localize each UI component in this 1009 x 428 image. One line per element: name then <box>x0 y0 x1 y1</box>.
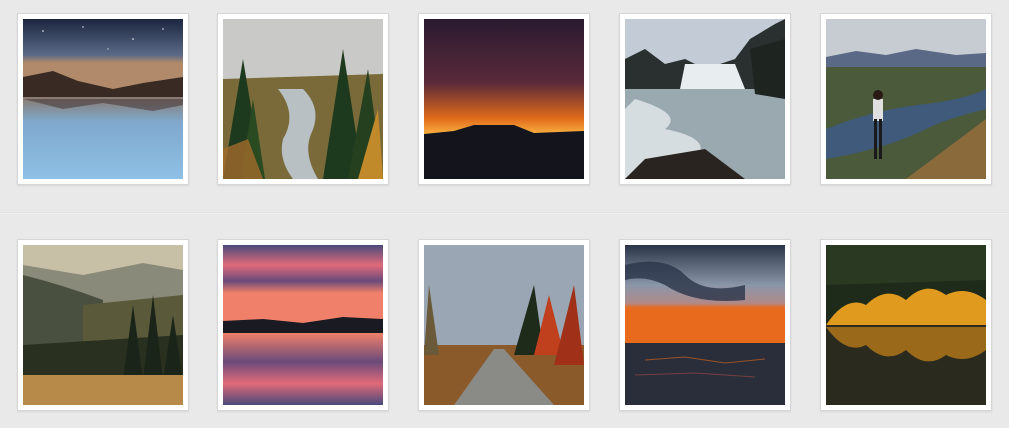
photo-hiker-valley <box>826 19 986 179</box>
photo-misty-hills <box>23 245 183 405</box>
photo-tile[interactable] <box>820 239 992 411</box>
photo-starry-lake <box>23 19 183 179</box>
photo-tile[interactable] <box>619 13 791 185</box>
photo-tile[interactable] <box>17 13 189 185</box>
photo-pink-sunset-lake <box>223 245 383 405</box>
photo-autumn-road <box>424 245 584 405</box>
photo-tile[interactable] <box>217 239 389 411</box>
photo-forest-river <box>223 19 383 179</box>
photo-orange-sunset <box>424 19 584 179</box>
gallery-row-2 <box>0 214 1009 428</box>
photo-tile[interactable] <box>418 239 590 411</box>
photo-stormy-sea <box>625 245 785 405</box>
photo-tile[interactable] <box>619 239 791 411</box>
photo-tile[interactable] <box>418 13 590 185</box>
photo-tile[interactable] <box>217 13 389 185</box>
photo-waterfall <box>625 19 785 179</box>
photo-tile[interactable] <box>17 239 189 411</box>
gallery-row-1 <box>0 0 1009 212</box>
photo-golden-forest <box>826 245 986 405</box>
photo-tile[interactable] <box>820 13 992 185</box>
